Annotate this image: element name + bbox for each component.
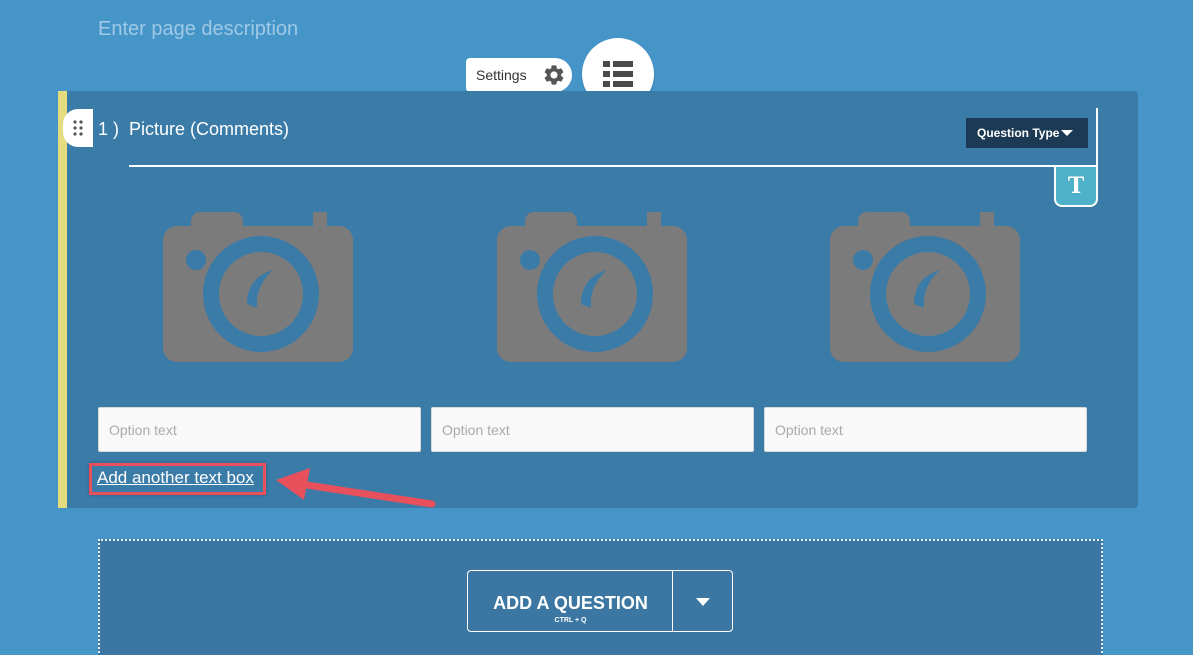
add-question-button[interactable]: ADD A QUESTION CTRL + Q xyxy=(467,570,673,632)
question-number: 1 ) xyxy=(98,119,120,139)
option-text-input[interactable] xyxy=(431,407,754,452)
camera-icon[interactable] xyxy=(830,206,1020,362)
text-format-button[interactable]: T xyxy=(1054,167,1098,207)
add-question-label: ADD A QUESTION xyxy=(493,593,648,613)
annotation-arrow-icon xyxy=(276,468,436,508)
question-type-label: Question Type xyxy=(977,126,1060,140)
list-icon xyxy=(603,61,633,87)
question-title[interactable]: Picture (Comments) xyxy=(129,119,289,140)
camera-icon[interactable] xyxy=(497,206,687,362)
option-text-input[interactable] xyxy=(98,407,421,452)
page-description-input[interactable]: Enter page description xyxy=(98,18,298,41)
settings-label: Settings xyxy=(476,67,527,83)
survey-editor: Enter page description Settings 1 ) Pict… xyxy=(0,0,1193,655)
settings-button[interactable]: Settings xyxy=(466,58,572,92)
camera-icon[interactable] xyxy=(163,206,353,362)
gear-icon xyxy=(544,65,564,85)
question-type-button[interactable]: Question Type xyxy=(966,118,1088,148)
title-underline xyxy=(129,165,1097,167)
chevron-down-icon xyxy=(696,598,710,606)
title-right-rule xyxy=(1096,108,1098,168)
add-another-text-box-link[interactable]: Add another text box xyxy=(97,468,254,488)
add-question-dropdown-button[interactable] xyxy=(672,570,733,632)
add-question-shortcut: CTRL + Q xyxy=(554,617,587,624)
drag-dots-icon xyxy=(73,120,83,136)
drag-handle[interactable] xyxy=(63,109,93,147)
option-text-input[interactable] xyxy=(764,407,1087,452)
caret-down-icon xyxy=(1061,130,1073,136)
